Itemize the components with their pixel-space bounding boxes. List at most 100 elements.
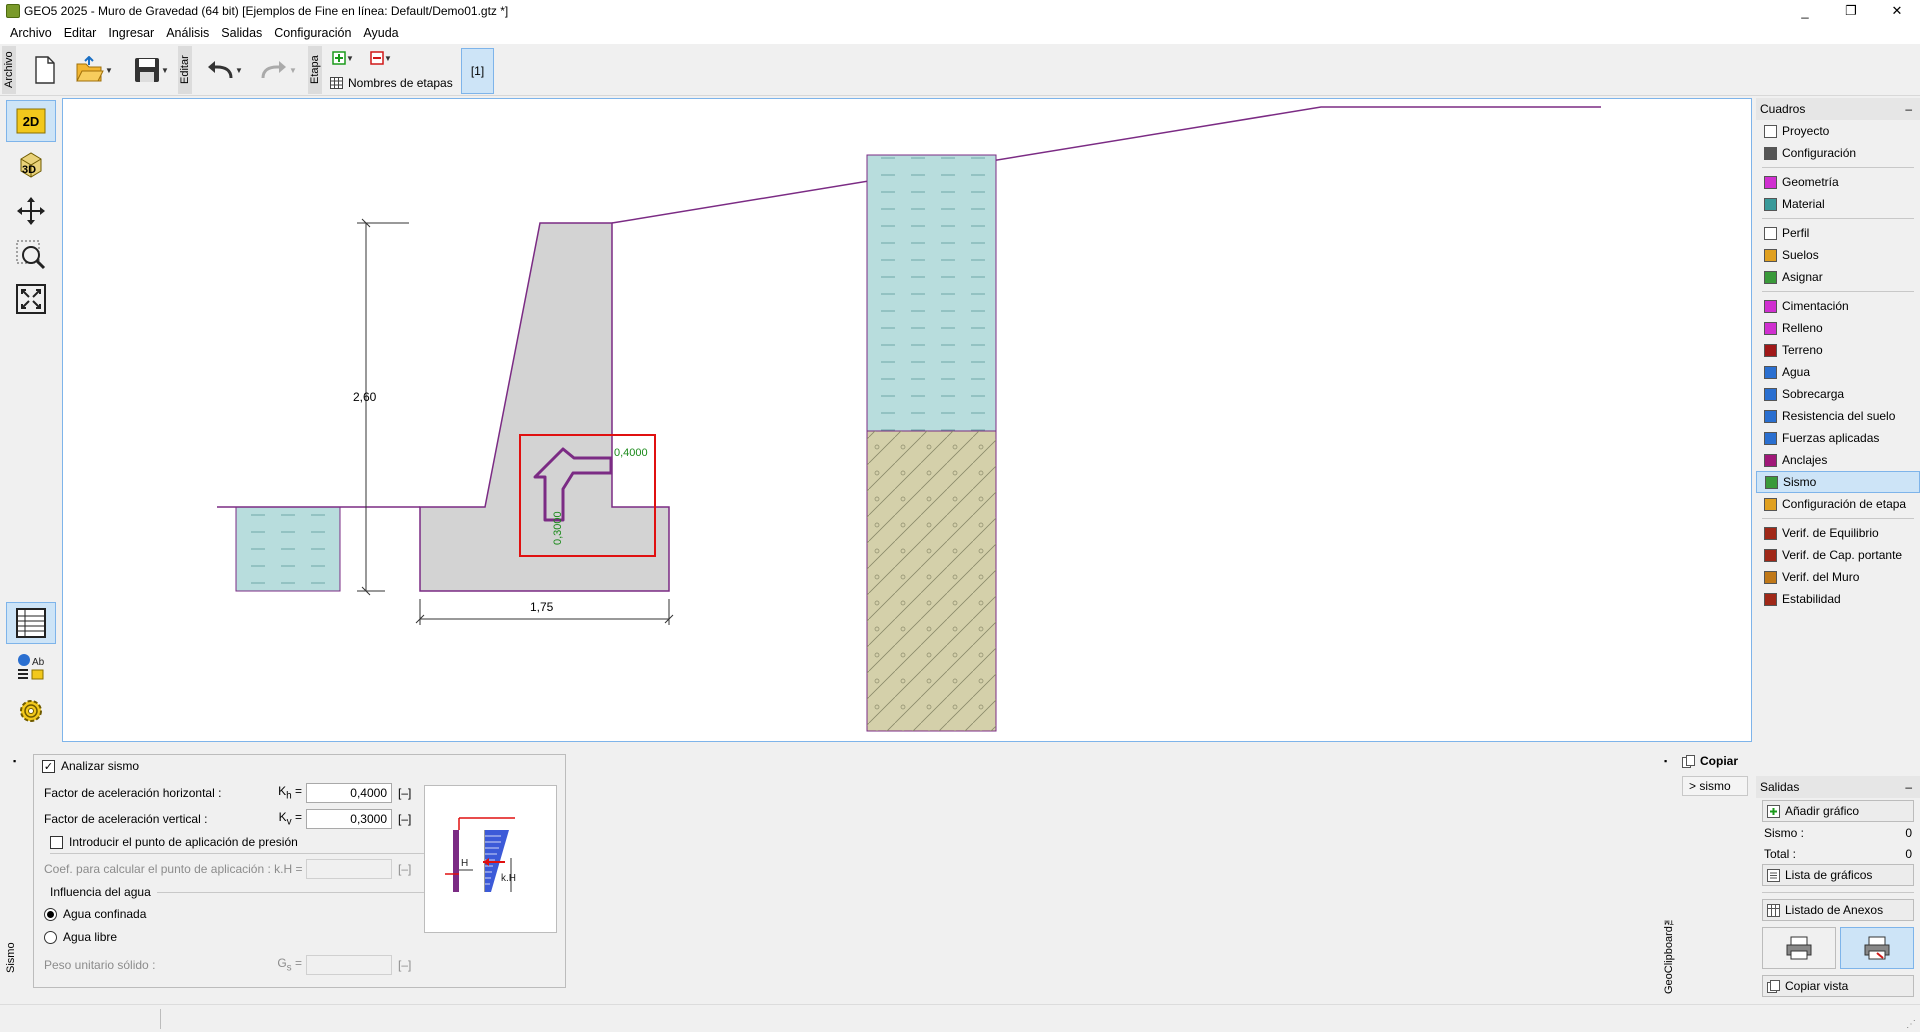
geometry-icon — [1764, 175, 1777, 189]
unit-weight-unit: [–] — [398, 958, 412, 972]
water-free-radio-dot[interactable] — [44, 930, 57, 944]
add-graphic-button[interactable]: Añadir gráfico — [1762, 800, 1914, 822]
add-stage-icon — [332, 51, 346, 65]
cuadros-item-soil[interactable]: Suelos — [1756, 244, 1920, 266]
add-stage-button[interactable]: ▼ — [328, 50, 358, 66]
stage-tab-1[interactable]: [1] — [461, 48, 494, 94]
profile-icon — [1764, 226, 1777, 240]
chevron-down-icon[interactable]: ▼ — [346, 54, 354, 63]
collapse-salidas-button[interactable]: – — [1905, 780, 1912, 794]
coef-unit: [–] — [398, 862, 412, 876]
analyze-sismo-check[interactable]: ✓ — [42, 759, 55, 773]
cuadros-item-backfill[interactable]: Relleno — [1756, 317, 1920, 339]
view-2d-button[interactable]: 2D — [6, 100, 56, 142]
clipboard-pin-icon[interactable]: ▪ — [1664, 756, 1667, 766]
clipboard-item-sismo[interactable]: > sismo — [1682, 776, 1748, 796]
open-file-button[interactable]: ▼ — [70, 54, 118, 86]
menu-configuracion[interactable]: Configuración — [268, 26, 357, 40]
app-icon — [6, 4, 20, 18]
new-file-icon — [35, 56, 55, 84]
print-preview-button[interactable] — [1840, 927, 1914, 969]
chevron-down-icon[interactable]: ▼ — [161, 66, 169, 75]
cuadros-item-resistance[interactable]: Resistencia del suelo — [1756, 405, 1920, 427]
kv-input[interactable]: 0,3000 — [306, 809, 392, 829]
total-count-value: 0 — [1905, 846, 1912, 861]
cuadros-item-material[interactable]: Material — [1756, 193, 1920, 215]
drawing-canvas[interactable]: 2,60 1,75 0,4000 0,3000 — [62, 98, 1752, 742]
minimize-button[interactable]: _ — [1782, 0, 1828, 22]
cuadros-item-terrain[interactable]: Terreno — [1756, 339, 1920, 361]
force-icon — [1764, 431, 1777, 445]
menu-archivo[interactable]: Archivo — [4, 26, 58, 40]
cuadros-item-anchor[interactable]: Anclajes — [1756, 449, 1920, 471]
clipboard-copy-button[interactable]: Copiar — [1682, 754, 1738, 768]
view-3d-button[interactable]: 3D — [6, 144, 56, 186]
collapse-cuadros-button[interactable]: – — [1905, 102, 1912, 116]
close-button[interactable]: ✕ — [1874, 0, 1920, 22]
chevron-down-icon[interactable]: ▼ — [235, 66, 243, 75]
cuadros-item-water[interactable]: Agua — [1756, 361, 1920, 383]
cuadros-item-profile[interactable]: Perfil — [1756, 222, 1920, 244]
settings-button[interactable] — [6, 690, 56, 732]
menu-editar[interactable]: Editar — [58, 26, 103, 40]
maximize-button[interactable]: ❐ — [1828, 0, 1874, 22]
cuadros-item-assign[interactable]: Asignar — [1756, 266, 1920, 288]
remove-stage-button[interactable]: ▼ — [366, 50, 396, 66]
water-free-label: Agua libre — [63, 930, 118, 944]
annex-list-button[interactable]: Listado de Anexos — [1762, 899, 1914, 921]
title-bar: GEO5 2025 - Muro de Gravedad (64 bit) [E… — [0, 0, 1920, 22]
cuadros-item-stage-settings[interactable]: Configuración de etapa — [1756, 493, 1920, 515]
copy-view-button[interactable]: Copiar vista — [1762, 975, 1914, 997]
water-free-radio[interactable]: Agua libre — [44, 930, 117, 944]
kv-row: Factor de aceleración vertical : Kv = 0,… — [44, 809, 412, 829]
pan-button[interactable] — [6, 190, 56, 232]
water-confined-radio-dot[interactable] — [44, 907, 57, 921]
zoom-button[interactable] — [6, 234, 56, 276]
styles-button[interactable]: Ab — [6, 646, 56, 688]
cuadros-title: Cuadros — [1760, 102, 1806, 116]
chevron-down-icon[interactable]: ▼ — [384, 54, 392, 63]
salidas-header: Salidas – — [1756, 776, 1920, 798]
cuadros-item-stability[interactable]: Estabilidad — [1756, 588, 1920, 610]
menu-salidas[interactable]: Salidas — [215, 26, 268, 40]
water-confined-radio[interactable]: Agua confinada — [44, 907, 146, 921]
cuadros-item-force[interactable]: Fuerzas aplicadas — [1756, 427, 1920, 449]
etapa-group-label: Etapa — [308, 46, 322, 94]
panel-pin-icon[interactable]: ▪ — [13, 756, 16, 766]
toolbar: Archivo ▼ ▼ Editar ▼ ▼ Etapa ▼ ▼ Nombres… — [0, 44, 1920, 96]
cuadros-item-geometry[interactable]: Geometría — [1756, 171, 1920, 193]
cuadros-item-gear[interactable]: Configuración — [1756, 142, 1920, 164]
stage-names-label: Nombres de etapas — [348, 76, 453, 90]
geoclipboard-panel: ▪ GeoClipboard™ Copiar > sismo — [1660, 744, 1756, 1004]
terrain-icon — [1764, 343, 1777, 357]
menu-ingresar[interactable]: Ingresar — [102, 26, 160, 40]
kh-input[interactable]: 0,4000 — [306, 783, 392, 803]
cuadros-list: Proyecto Configuración Geometría Material Pe… — [1756, 120, 1920, 610]
analyze-sismo-checkbox[interactable]: ✓ Analizar sismo — [42, 759, 139, 773]
chevron-down-icon[interactable]: ▼ — [105, 66, 113, 75]
cuadros-item-wall-check[interactable]: Verif. del Muro — [1756, 566, 1920, 588]
window-title: GEO5 2025 - Muro de Gravedad (64 bit) [E… — [24, 4, 509, 18]
cuadros-item-equilibrium[interactable]: Verif. de Equilibrio — [1756, 522, 1920, 544]
print-button[interactable] — [1762, 927, 1836, 969]
resize-grip-icon[interactable]: ⋰ — [1906, 1019, 1916, 1030]
height-dimension-label: 2,60 — [353, 390, 377, 404]
cuadros-item-surcharge[interactable]: Sobrecarga — [1756, 383, 1920, 405]
pressure-point-checkbox[interactable]: Introducir el punto de aplicación de pre… — [50, 835, 438, 854]
menu-ayuda[interactable]: Ayuda — [357, 26, 404, 40]
stage-names-button[interactable]: Nombres de etapas — [330, 74, 456, 92]
save-button[interactable]: ▼ — [126, 54, 176, 86]
graphics-list-button[interactable]: Lista de gráficos — [1762, 864, 1914, 886]
table-view-button[interactable] — [6, 602, 56, 644]
zoom-extents-button[interactable] — [6, 278, 56, 320]
redo-button[interactable]: ▼ — [254, 54, 302, 86]
seismic-diagram: H k.H — [424, 785, 557, 933]
new-file-button[interactable] — [30, 54, 60, 86]
pressure-point-check[interactable] — [50, 835, 63, 849]
cuadros-item-bearing[interactable]: Verif. de Cap. portante — [1756, 544, 1920, 566]
menu-analisis[interactable]: Análisis — [160, 26, 215, 40]
cuadros-item-document[interactable]: Proyecto — [1756, 120, 1920, 142]
cuadros-item-earthquake[interactable]: Sismo — [1756, 471, 1920, 493]
undo-button[interactable]: ▼ — [200, 54, 248, 86]
cuadros-item-foundation[interactable]: Cimentación — [1756, 295, 1920, 317]
